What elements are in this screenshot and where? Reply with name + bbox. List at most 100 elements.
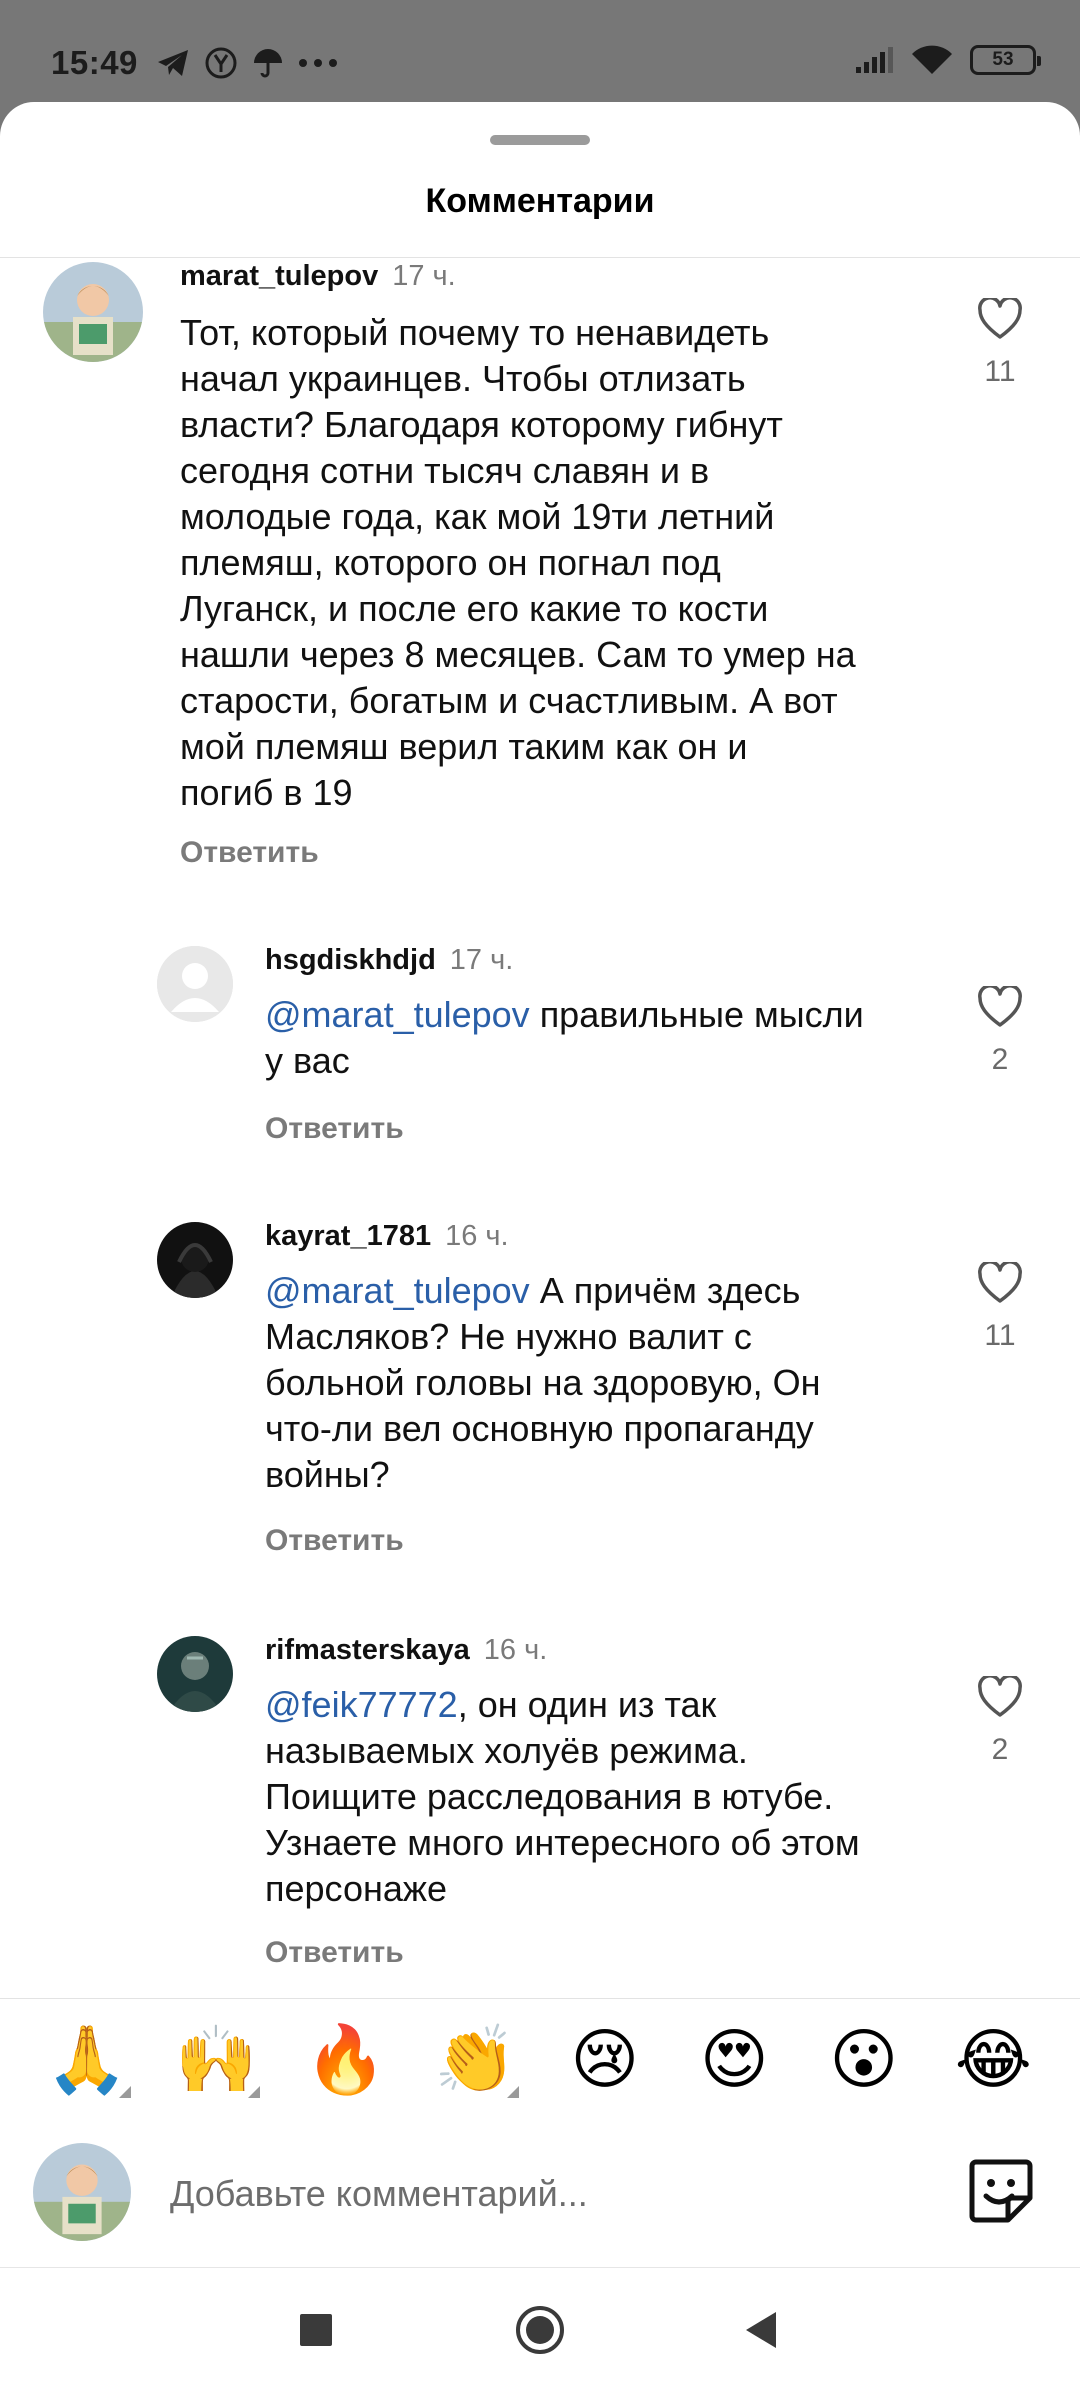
comment-line: Масляков? Не нужно валит с <box>265 1316 752 1357</box>
sheet-title: Комментарии <box>425 182 655 220</box>
comments-list[interactable]: marat_tulepov 17 ч. Тот, который почему т… <box>0 258 1080 1998</box>
heart-icon[interactable] <box>977 984 1023 1028</box>
comment-time: 17 ч. <box>449 944 514 976</box>
like-count: 11 <box>984 355 1016 388</box>
comment-line: Луганск, и после его какие то кости <box>180 588 769 629</box>
comment-header: marat_tulepov 17 ч. <box>180 260 456 293</box>
more-dots-icon <box>299 59 337 67</box>
status-time: 15:49 <box>51 44 138 81</box>
comment-line-text: правильные мысли <box>529 994 864 1035</box>
back-button[interactable] <box>742 2310 780 2350</box>
comment-line: мой племяш верил таким как он и <box>180 726 748 767</box>
reply-button[interactable]: Ответить <box>265 1524 404 1558</box>
emoji-heart-eyes[interactable]: 😍 <box>684 2026 784 2092</box>
my-avatar <box>33 2143 131 2241</box>
emoji-glyph: 🙌 <box>175 2021 258 2096</box>
system-icons: 53 <box>854 44 1041 76</box>
battery-level: 53 <box>992 49 1014 70</box>
comment-line: племяш, которого он погнал под <box>180 542 721 583</box>
like-count: 2 <box>991 1733 1009 1766</box>
comment-header: hsgdiskhdjd 17 ч. <box>265 944 513 977</box>
heart-icon[interactable] <box>977 1260 1023 1304</box>
comment-line: нашли через 8 месяцев. Сам то умер на <box>180 634 856 675</box>
comment-line: войны? <box>265 1454 390 1495</box>
comment-line: что-ли вел основную пропаганду <box>265 1408 814 1449</box>
comment-line: молодые года, как мой 19ти летний <box>180 496 775 537</box>
yandex-icon <box>205 47 237 79</box>
comment-line: старости, богатым и счастливым. А вот <box>180 680 838 721</box>
comment-line: называемых холуёв режима. <box>265 1730 748 1771</box>
recents-button[interactable] <box>298 2312 334 2348</box>
comment-line: больной головы на здоровую, Он <box>265 1362 821 1403</box>
emoji-glyph: 😂 <box>954 2021 1032 2096</box>
emoji-glyph: 🔥 <box>304 2021 387 2096</box>
emoji-raising-hands[interactable]: 🙌 <box>166 2026 266 2098</box>
emoji-quick-bar: 🙏 🙌 🔥 👏 😢 😍 😮 😂 <box>0 1998 1080 2118</box>
comment-line: Поищите расследования в ютубе. <box>265 1776 834 1817</box>
wifi-icon <box>912 45 952 74</box>
like-group: 2 <box>960 1674 1040 1767</box>
heart-icon[interactable] <box>977 296 1023 340</box>
mention-link[interactable]: @feik77772 <box>265 1684 458 1725</box>
mention-link[interactable]: @marat_tulepov <box>265 1270 530 1311</box>
avatar[interactable] <box>43 262 143 362</box>
like-group: 2 <box>960 984 1040 1077</box>
comment-username[interactable]: rifmasterskaya <box>265 1634 470 1666</box>
like-count: 2 <box>991 1043 1009 1076</box>
emoji-glyph: 👏 <box>434 2021 517 2096</box>
comment-username[interactable]: hsgdiskhdjd <box>265 944 436 976</box>
emoji-glyph: 🙏 <box>45 2021 128 2096</box>
mention-link[interactable]: @marat_tulepov <box>265 994 530 1035</box>
comment-username[interactable]: kayrat_1781 <box>265 1220 431 1252</box>
like-group: 11 <box>960 296 1040 389</box>
emoji-crying[interactable]: 😢 <box>555 2026 655 2092</box>
reply-button[interactable]: Ответить <box>180 836 319 870</box>
emoji-surprised[interactable]: 😮 <box>814 2026 914 2092</box>
comment-line: Узнаете много интересного об этом <box>265 1822 860 1863</box>
comment-line: Тот, который почему то ненавидеть <box>180 312 770 353</box>
comment-line-text: А причём здесь <box>529 1270 801 1311</box>
telegram-icon <box>158 50 188 76</box>
comment-time: 16 ч. <box>483 1634 548 1666</box>
comment-header: kayrat_1781 16 ч. <box>265 1220 509 1253</box>
like-group: 11 <box>960 1260 1040 1353</box>
comment-line-text: , он один из так <box>457 1684 717 1725</box>
home-button[interactable] <box>514 2304 566 2356</box>
comments-sheet: Комментарии marat_tulepov 17 ч. Тот, кот… <box>0 102 1080 2400</box>
avatar[interactable] <box>157 1222 233 1298</box>
status-bar: 15:49 53 <box>0 0 1080 102</box>
emoji-glyph: 😮 <box>829 2021 899 2096</box>
like-count: 11 <box>984 1319 1016 1352</box>
notification-icons <box>156 46 338 80</box>
avatar[interactable] <box>157 946 233 1022</box>
comment-time: 17 ч. <box>392 260 456 292</box>
emoji-tears-of-joy[interactable]: 😂 <box>943 2026 1043 2092</box>
comment-input[interactable] <box>170 2166 930 2222</box>
battery-icon: 53 <box>970 45 1041 75</box>
system-nav-bar <box>0 2268 1080 2400</box>
comment-line: погиб в 19 <box>180 772 353 813</box>
avatar[interactable] <box>157 1636 233 1712</box>
comment-text: Тот, который почему то ненавидеть начал … <box>180 310 940 816</box>
comment-line: @marat_tulepov А причём здесь <box>265 1268 945 1314</box>
reply-button[interactable]: Ответить <box>265 1112 404 1146</box>
heart-icon[interactable] <box>977 1674 1023 1718</box>
comment-line: @marat_tulepov правильные мысли <box>265 992 945 1038</box>
emoji-fire[interactable]: 🔥 <box>296 2026 396 2092</box>
emoji-glyph: 😢 <box>570 2021 640 2096</box>
emoji-clapping[interactable]: 👏 <box>425 2026 525 2098</box>
screen: 15:49 53 Комментарии marat_tulepov 17 ч.… <box>0 0 1080 2400</box>
signal-icon <box>856 47 893 73</box>
comment-username[interactable]: marat_tulepov <box>180 260 378 292</box>
drag-handle[interactable] <box>490 135 590 145</box>
comment-line: у вас <box>265 1040 350 1081</box>
sticker-icon[interactable] <box>966 2156 1036 2226</box>
comment-time: 16 ч. <box>445 1220 509 1252</box>
emoji-glyph: 😍 <box>699 2021 769 2096</box>
comment-text: @feik77772, он один из так называемых хо… <box>265 1682 945 1912</box>
comment-input-row <box>0 2118 1080 2268</box>
comment-line: сегодня сотни тысяч славян и в <box>180 450 710 491</box>
reply-button[interactable]: Ответить <box>265 1936 404 1970</box>
emoji-folded-hands[interactable]: 🙏 <box>37 2026 137 2098</box>
comment-line: @feik77772, он один из так <box>265 1682 945 1728</box>
